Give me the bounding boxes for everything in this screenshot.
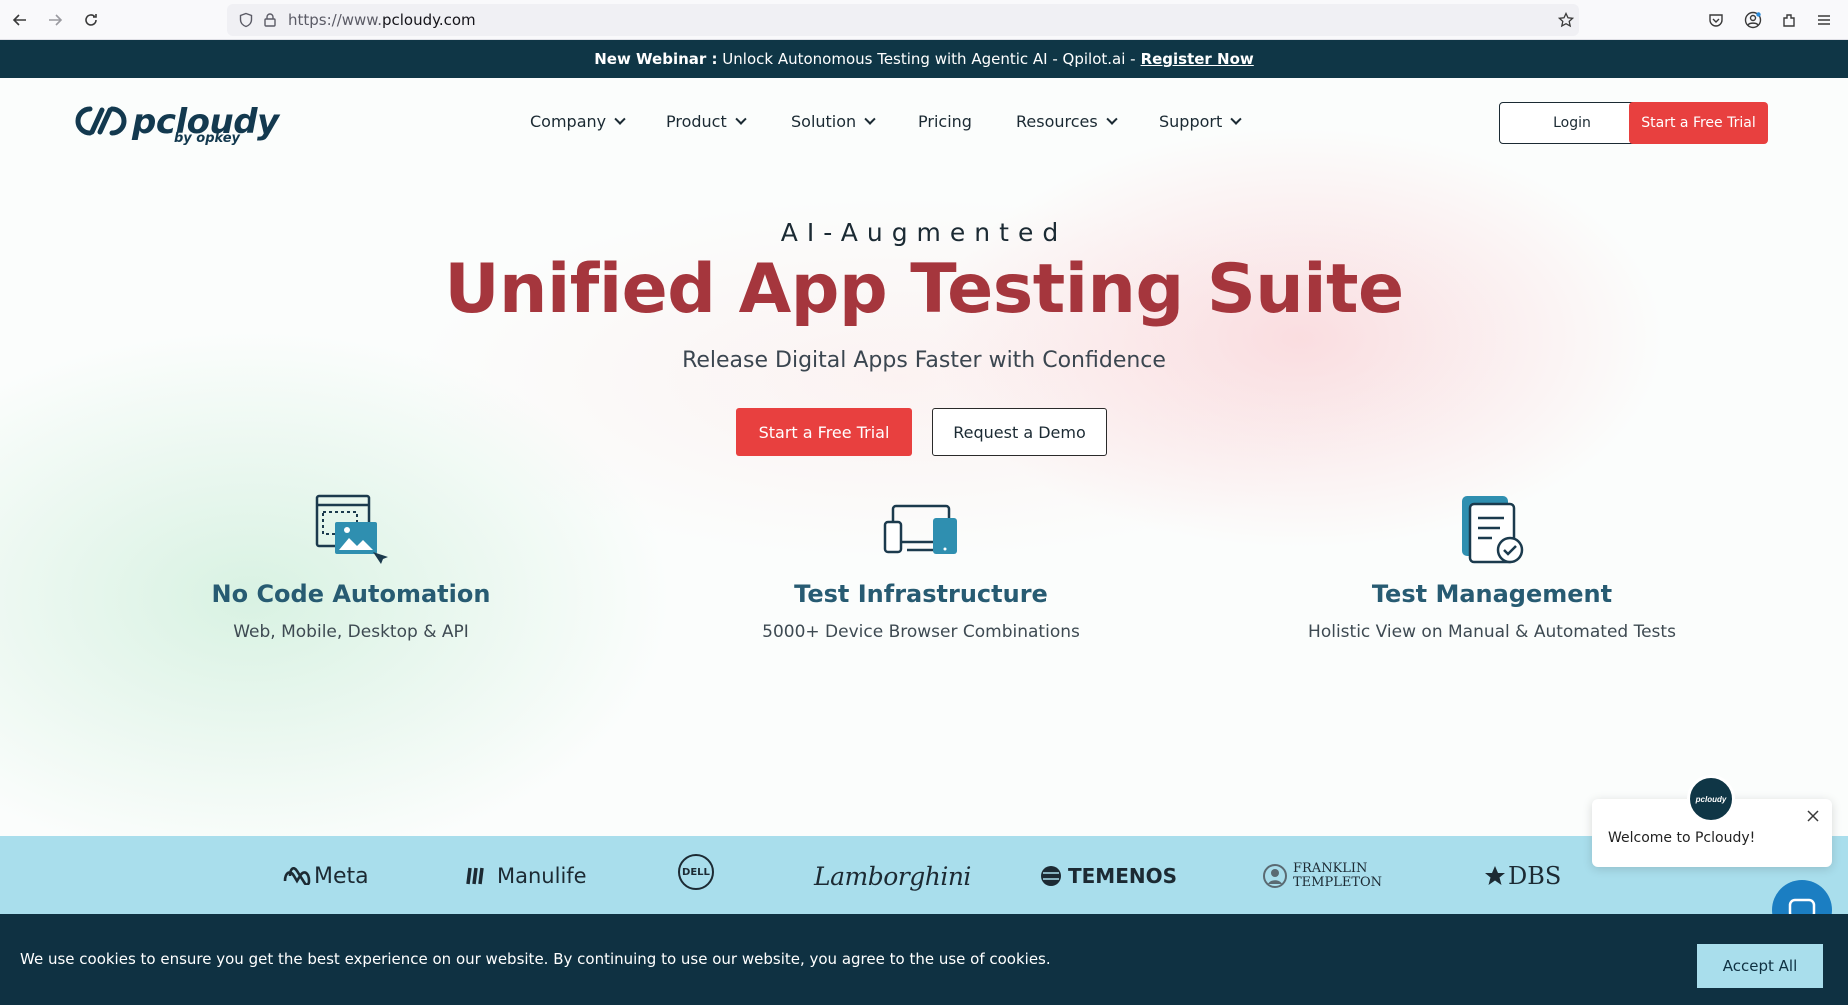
- reload-icon[interactable]: [79, 8, 103, 32]
- feature-test-management: Test Management Holistic View on Manual …: [1262, 492, 1722, 642]
- chevron-down-icon: [735, 113, 747, 125]
- forward-icon[interactable]: [43, 8, 67, 32]
- client-logos: Meta Manulife DELL Lamborghini TEMENOS F…: [0, 836, 1848, 914]
- feature-desc: Web, Mobile, Desktop & API: [233, 622, 469, 642]
- feature-title: No Code Automation: [211, 580, 491, 608]
- meta-logo: Meta: [283, 860, 369, 892]
- pocket-icon[interactable]: [1705, 9, 1727, 31]
- hero-title: Unified App Testing Suite: [444, 250, 1404, 329]
- extensions-icon[interactable]: [1778, 9, 1800, 31]
- no-code-automation-icon: [313, 492, 389, 568]
- hero-eyebrow: AI-Augmented: [780, 218, 1068, 247]
- chat-avatar: pcloudy: [1687, 775, 1735, 823]
- feature-desc: 5000+ Device Browser Combinations: [762, 622, 1080, 642]
- feature-no-code-automation: No Code Automation Web, Mobile, Desktop …: [121, 492, 581, 642]
- star-icon[interactable]: [1555, 9, 1577, 31]
- account-icon[interactable]: [1742, 9, 1764, 31]
- lock-icon[interactable]: [259, 9, 281, 31]
- request-demo-button[interactable]: Request a Demo: [932, 408, 1107, 456]
- menu-icon[interactable]: [1813, 9, 1835, 31]
- address-bar[interactable]: https://www.pcloudy.com: [227, 4, 1579, 36]
- lamborghini-logo: Lamborghini: [814, 861, 971, 891]
- url-text: https://www.pcloudy.com: [288, 11, 476, 29]
- manulife-mark-icon: [466, 867, 484, 885]
- nav-support[interactable]: Support: [1159, 112, 1242, 131]
- banner-lead: New Webinar :: [594, 50, 718, 68]
- pcloudy-logo-mark-icon: [75, 106, 127, 136]
- hero-free-trial-button[interactable]: Start a Free Trial: [736, 408, 912, 456]
- devices-icon: [883, 492, 959, 568]
- feature-test-infrastructure: Test Infrastructure 5000+ Device Browser…: [691, 492, 1151, 642]
- shield-icon[interactable]: [235, 9, 257, 31]
- browser-toolbar: https://www.pcloudy.com: [0, 0, 1848, 40]
- chevron-down-icon: [1230, 113, 1242, 125]
- franklin-templeton-logo: FRANKLIN TEMPLETON: [1262, 860, 1382, 892]
- header-free-trial-button[interactable]: Start a Free Trial: [1629, 102, 1768, 144]
- accept-all-button[interactable]: Accept All: [1697, 944, 1823, 988]
- hero-section: [0, 78, 1848, 836]
- nav-solution[interactable]: Solution: [791, 112, 876, 131]
- nav-company[interactable]: Company: [530, 112, 626, 131]
- chevron-down-icon: [614, 113, 626, 125]
- test-management-icon: [1454, 492, 1530, 568]
- franklin-portrait-icon: [1263, 864, 1287, 888]
- dbs-star-icon: [1485, 866, 1505, 885]
- pcloudy-logo[interactable]: pcloudy by opkey: [74, 100, 279, 146]
- webinar-banner: New Webinar : Unlock Autonomous Testing …: [0, 40, 1848, 78]
- cookie-banner: We use cookies to ensure you get the bes…: [0, 914, 1848, 1005]
- feature-title: Test Management: [1371, 580, 1613, 608]
- chat-message: Welcome to Pcloudy!: [1608, 830, 1756, 846]
- hero-subtitle: Release Digital Apps Faster with Confide…: [682, 348, 1166, 373]
- close-icon[interactable]: [1804, 807, 1822, 825]
- nav-resources[interactable]: Resources: [1016, 112, 1118, 131]
- banner-text: Unlock Autonomous Testing with Agentic A…: [722, 50, 1136, 68]
- cookie-text: We use cookies to ensure you get the bes…: [20, 950, 1051, 968]
- dbs-logo: DBS: [1484, 860, 1561, 892]
- nav-pricing[interactable]: Pricing: [918, 112, 972, 131]
- chevron-down-icon: [864, 113, 876, 125]
- temenos-logo: TEMENOS: [1038, 860, 1177, 892]
- logo-sub: by opkey: [174, 131, 241, 146]
- chevron-down-icon: [1106, 113, 1118, 125]
- register-now-link[interactable]: Register Now: [1141, 50, 1254, 68]
- feature-title: Test Infrastructure: [794, 580, 1048, 608]
- dell-logo: DELL: [678, 854, 714, 890]
- back-icon[interactable]: [8, 8, 32, 32]
- temenos-globe-icon: [1041, 866, 1061, 886]
- meta-infinity-icon: [283, 867, 311, 885]
- feature-desc: Holistic View on Manual & Automated Test…: [1308, 622, 1676, 642]
- nav-product[interactable]: Product: [666, 112, 747, 131]
- login-button[interactable]: Login: [1499, 102, 1645, 144]
- manulife-logo: Manulife: [465, 860, 587, 892]
